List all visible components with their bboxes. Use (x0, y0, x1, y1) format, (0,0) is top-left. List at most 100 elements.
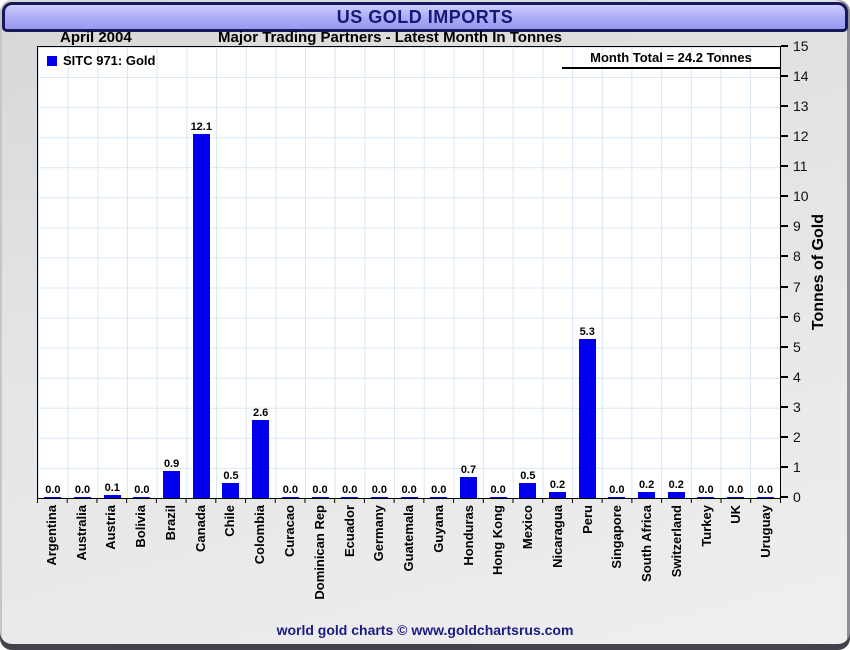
y-tick-label: 3 (793, 398, 801, 415)
bar-value-label: 0.1 (104, 482, 120, 494)
y-axis-title: Tonnes of Gold (810, 214, 827, 331)
x-axis-label: Nicaragua (549, 505, 565, 568)
x-axis-label-slot: Mexico (513, 505, 543, 617)
x-axis-label: Mexico (520, 505, 536, 550)
x-axis-label-slot: Chile (216, 505, 246, 617)
y-tick-label: 1 (793, 458, 801, 475)
window-title-bar: US GOLD IMPORTS (2, 2, 848, 32)
x-axis-label-slot: Colombia (245, 505, 275, 617)
bar-slot: 0.0 (602, 47, 632, 498)
bar-slot: 0.2 (543, 47, 573, 498)
bar-value-label: 0.9 (163, 458, 180, 470)
y-tick-mark (781, 135, 788, 138)
bar-value-label: 0.0 (45, 484, 61, 496)
x-axis-label: Germany (371, 505, 387, 562)
bar-value-label: 0.0 (282, 484, 298, 496)
x-axis-label-slot: Austria (97, 505, 127, 617)
bar (222, 483, 240, 498)
y-tick-label: 7 (793, 278, 801, 295)
y-tick-mark (781, 465, 788, 468)
bar-slot: 0.0 (691, 47, 721, 498)
y-tick-label: 9 (793, 218, 801, 235)
bar-slot: 0.0 (68, 47, 98, 498)
x-axis-label: Canada (192, 505, 208, 552)
bar-value-label: 0.5 (223, 470, 239, 482)
bar-slot: 0.5 (513, 47, 543, 498)
bar-slot: 0.0 (394, 47, 424, 498)
x-axis-label-slot: Guatemala (394, 505, 424, 617)
chart-subtitle: Major Trading Partners - Latest Month In… (218, 29, 562, 46)
bar-value-label: 0.0 (698, 484, 714, 496)
credit-line: world gold charts © www.goldchartsrus.co… (276, 622, 574, 638)
x-axis-label: Turkey (698, 505, 714, 547)
legend: SITC 971: Gold (47, 53, 155, 68)
bar-value-label: 2.6 (253, 407, 269, 419)
x-axis-label: Peru (579, 505, 595, 534)
bar-slot: 0.0 (721, 47, 751, 498)
x-axis-label: Argentina (43, 505, 59, 566)
bar (163, 471, 181, 498)
bar-slot: 0.5 (216, 47, 246, 498)
x-axis-label: Colombia (252, 505, 268, 565)
bar-value-label: 0.0 (134, 484, 150, 496)
y-axis-title-wrap: Tonnes of Gold (806, 46, 832, 499)
y-tick-label: 8 (793, 248, 801, 265)
x-axis-label: South Africa (639, 505, 655, 582)
y-tick-mark (781, 165, 788, 168)
bar-value-label: 0.0 (312, 484, 328, 496)
bar (519, 483, 537, 498)
x-axis-label-slot: Bolivia (126, 505, 156, 617)
bar-value-label: 12.1 (190, 121, 212, 133)
bar (578, 339, 596, 498)
bar-slot: 0.2 (632, 47, 662, 498)
x-axis-label: Brazil (162, 505, 178, 541)
bar-slot: 0.0 (751, 47, 781, 498)
y-tick-label: 0 (793, 489, 801, 505)
x-axis-label: Chile (222, 505, 238, 537)
bar-series: 0.0 0.0 0.1 0.0 0.9 12.1 0.5 2.6 0.0 0.0 0.0 0.0 0.0… (38, 47, 780, 498)
x-axis-label-slot: Argentina (37, 505, 67, 617)
y-tick-mark (781, 315, 788, 318)
x-axis-label-slot: Ecuador (335, 505, 365, 617)
x-axis-label: Curacao (282, 505, 297, 558)
x-axis-label-slot: Guyana (424, 505, 454, 617)
bar-slot: 5.3 (572, 47, 602, 498)
x-axis-label-slot: Peru (573, 505, 603, 617)
legend-label: SITC 971: Gold (63, 53, 156, 68)
chart-window: US GOLD IMPORTS April 2004 Major Trading… (0, 0, 850, 650)
bar-value-label: 0.2 (549, 479, 566, 491)
page-title: US GOLD IMPORTS (336, 6, 514, 27)
x-axis-label-slot: Hong Kong (483, 505, 513, 617)
bar-value-label: 0.0 (728, 484, 744, 496)
y-tick-label: 2 (793, 428, 801, 445)
x-axis-label: Switzerland (668, 505, 684, 578)
bar-value-label: 0.0 (757, 484, 773, 496)
bar-value-label: 0.2 (638, 479, 655, 491)
y-tick-mark (781, 105, 788, 108)
y-tick-mark (781, 75, 788, 78)
y-tick-label: 6 (793, 308, 801, 325)
bar-value-label: 0.0 (401, 484, 417, 496)
bar-slot: 2.6 (246, 47, 276, 498)
bar-value-label: 0.0 (490, 484, 506, 496)
bar-slot: 0.0 (305, 47, 335, 498)
x-axis-label-slot: Brazil (156, 505, 186, 617)
bar-slot: 0.0 (424, 47, 454, 498)
bar-slot: 0.0 (127, 47, 157, 498)
bar-value-label: 0.0 (371, 484, 388, 496)
y-tick-mark (781, 496, 788, 498)
bar-slot: 0.0 (335, 47, 365, 498)
bar-value-label: 0.0 (431, 484, 447, 496)
y-tick-mark (781, 45, 788, 47)
bar-slot: 0.1 (97, 47, 127, 498)
x-axis-label: Austria (103, 505, 119, 550)
x-axis-label: Honduras (460, 505, 476, 566)
x-axis-label-slot: Uruguay (751, 505, 781, 617)
bar-slot: 0.9 (157, 47, 187, 498)
x-axis-label: UK (728, 505, 744, 524)
x-axis-label-slot: Dominican Rep (305, 505, 335, 617)
x-axis-label-slot: Switzerland (662, 505, 692, 617)
y-tick-mark (781, 195, 788, 198)
bar-slot: 0.2 (661, 47, 691, 498)
bar-value-label: 0.5 (520, 470, 536, 482)
